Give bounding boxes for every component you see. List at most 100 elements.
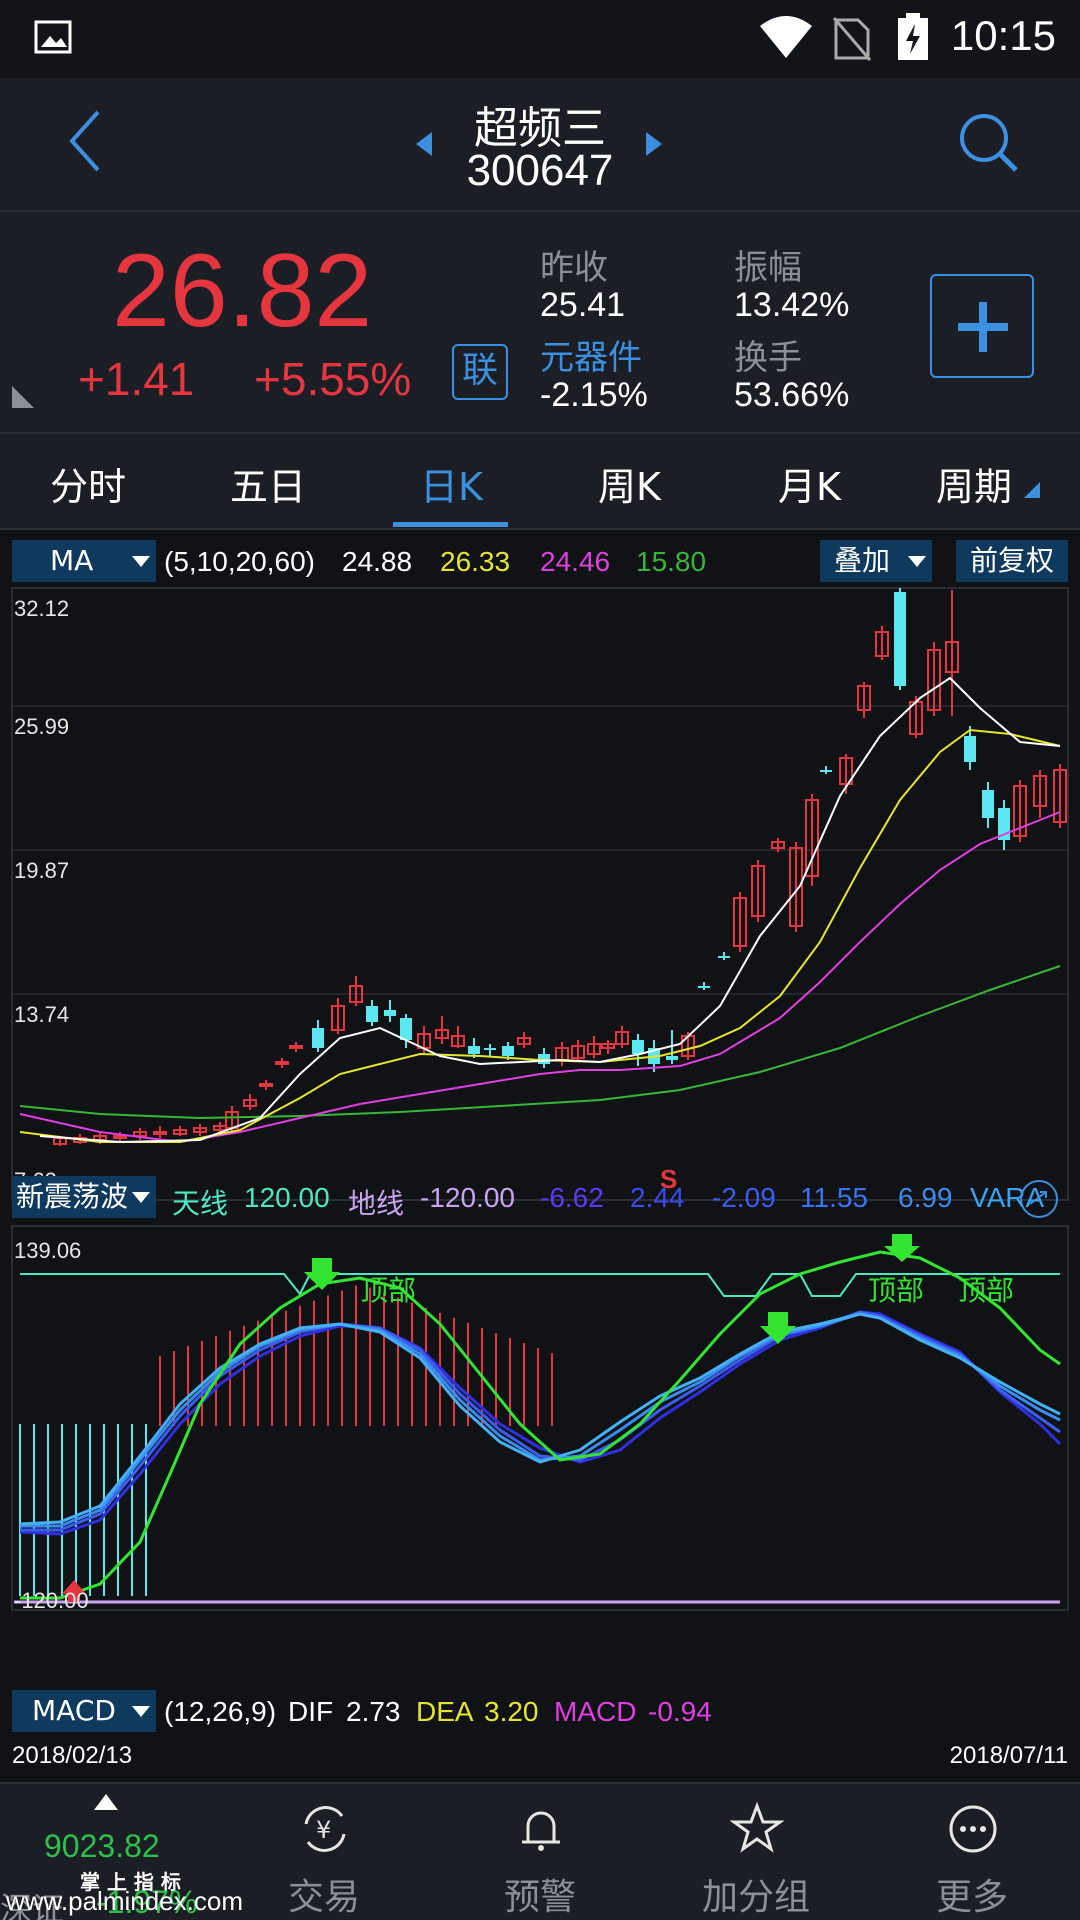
top-label-2: 顶部	[868, 1274, 924, 1307]
ma10-value: 26.33	[440, 546, 511, 577]
ma-y-tick-1: 25.99	[14, 714, 69, 739]
tab-weekly-k[interactable]: 周K	[598, 456, 661, 511]
nav-alert-label: 预警	[503, 1877, 576, 1918]
nav-trade-label: 交易	[287, 1877, 360, 1918]
chart-area[interactable]: MA (5,10,20,60) 24.88 26.33 24.46 15.80 …	[0, 530, 1080, 1782]
ma20-value: 24.46	[540, 546, 611, 577]
ground-value: -120.00	[420, 1182, 515, 1213]
status-bar: 10:15	[0, 0, 1080, 78]
chevron-down-icon	[132, 556, 150, 567]
candle-body	[259, 1083, 273, 1087]
prev-close-label: 昨收	[540, 248, 608, 288]
candle-body	[275, 1061, 289, 1065]
no-sim-icon	[832, 17, 872, 61]
ma-params: (5,10,20,60)	[164, 546, 315, 577]
ma-y-tick-0: 32.12	[14, 596, 69, 621]
candle-body	[982, 790, 994, 818]
candle-body	[113, 1135, 127, 1139]
ma-y-tick-3: 13.74	[14, 1002, 69, 1027]
candle-body	[366, 1006, 378, 1022]
wifi-icon	[760, 16, 812, 58]
macd-params: (12,26,9)	[164, 1696, 277, 1727]
candlestick-chart[interactable]: 32.12 25.99 19.87 13.74 7.62 S	[0, 586, 1080, 1202]
star-icon	[730, 1802, 784, 1853]
ma-selector-label: MA	[50, 544, 94, 577]
last-price: 26.82	[112, 233, 373, 349]
date-start: 2018/02/13	[12, 1742, 133, 1769]
active-tab-underline	[393, 522, 508, 527]
candle-series	[53, 588, 1067, 1146]
corner-triangle-icon	[12, 386, 34, 408]
oscillator-band	[19, 1310, 1062, 1536]
overlay-label: 叠加	[834, 544, 891, 577]
amplitude-value: 13.42%	[734, 286, 850, 324]
gallery-icon	[34, 20, 72, 54]
adjust-button[interactable]: 前复权	[956, 540, 1068, 582]
osc-value-1: -6.62	[540, 1182, 604, 1213]
osc-y-top: 139.06	[14, 1238, 81, 1263]
top-label-3: 顶部	[958, 1274, 1014, 1307]
dea-value: 3.20	[484, 1696, 539, 1727]
dif-label: DIF	[288, 1696, 334, 1727]
chevron-down-icon	[132, 1192, 150, 1203]
macd-selector-label: MACD	[32, 1694, 116, 1727]
turnover-label: 换手	[734, 338, 802, 378]
ma-selector[interactable]: MA	[12, 540, 156, 582]
index-ticker[interactable]: 9023.82 掌 上 指 标 深证 -1.97% www.palmindex.…	[0, 1784, 243, 1920]
oscillator-selector[interactable]: 新震荡波	[12, 1176, 156, 1218]
macd-value: -0.94	[648, 1696, 712, 1727]
oscillator-chart[interactable]: 顶部 顶部 顶部 139.06 -120.00	[0, 1224, 1080, 1614]
nav-more-label: 更多	[935, 1877, 1008, 1918]
sector-label[interactable]: 元器件	[540, 330, 642, 379]
rotate-icon[interactable]	[1018, 1178, 1060, 1220]
prev-close-value: 25.41	[540, 286, 626, 324]
candle-body	[400, 1018, 412, 1040]
bell-icon	[522, 1811, 560, 1851]
chevron-down-icon	[132, 1706, 150, 1717]
oscillator-selector-label: 新震荡波	[16, 1180, 129, 1213]
link-badge-label: 联	[461, 350, 498, 391]
expand-up-icon	[94, 1794, 118, 1810]
watermark-url: www.palmindex.com	[6, 1886, 243, 1916]
sky-label: 天线	[172, 1188, 229, 1219]
candle-body	[666, 1056, 678, 1060]
candle-body	[632, 1040, 644, 1054]
candle-body	[820, 770, 832, 772]
tab-five-day[interactable]: 五日	[230, 456, 306, 511]
osc-value-4: 11.55	[800, 1182, 868, 1213]
date-end: 2018/07/11	[949, 1742, 1068, 1769]
nav-more[interactable]: 更多	[864, 1784, 1080, 1920]
period-tabs: 分时 五日 日K 周K 月K 周期	[0, 434, 1080, 530]
sky-value: 120.00	[244, 1182, 330, 1213]
candle-body	[312, 1028, 324, 1048]
tab-intraday[interactable]: 分时	[50, 456, 126, 511]
add-watchlist-button[interactable]	[930, 274, 1034, 378]
ma20-line	[19, 811, 1061, 1144]
stock-code: 300647	[466, 146, 614, 195]
candle-body	[964, 736, 976, 762]
candle-body	[894, 592, 906, 686]
overlay-button[interactable]: 叠加	[820, 540, 932, 582]
nav-alert[interactable]: 预警	[432, 1784, 648, 1920]
plus-icon	[958, 302, 1008, 352]
nav-add-group[interactable]: 加分组	[648, 1784, 864, 1920]
macd-selector[interactable]: MACD	[12, 1690, 156, 1732]
quote-panel: 26.82 +1.41 +5.55% 联 昨收 25.41 元器件 -2.15%…	[0, 212, 1080, 434]
ma5-value: 24.88	[342, 546, 413, 577]
search-icon[interactable]	[958, 112, 1020, 174]
candle-body	[718, 956, 730, 958]
link-badge[interactable]: 联	[452, 344, 508, 400]
tab-daily-k[interactable]: 日K	[420, 456, 483, 511]
candle-body	[698, 986, 710, 988]
adjust-label: 前复权	[970, 544, 1055, 577]
index-value: 9023.82	[44, 1828, 160, 1864]
nav-trade[interactable]: ¥ 交易	[216, 1784, 432, 1920]
tab-monthly-k[interactable]: 月K	[778, 456, 841, 511]
osc-y-bottom: -120.00	[14, 1588, 89, 1613]
candle-body	[484, 1048, 496, 1050]
trade-icon: ¥	[304, 1806, 346, 1852]
next-stock-icon[interactable]	[644, 130, 664, 158]
price-change-pct: +5.55%	[254, 353, 412, 405]
candle-body	[502, 1046, 514, 1056]
tab-period[interactable]: 周期	[936, 456, 1012, 511]
